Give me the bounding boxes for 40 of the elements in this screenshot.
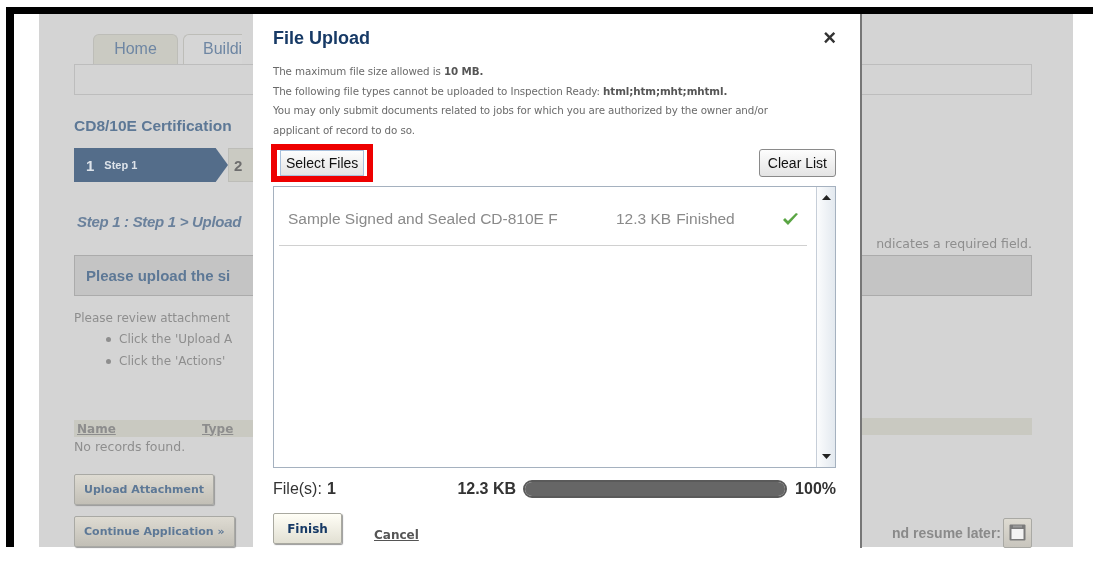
required-note: ndicates a required field. bbox=[875, 236, 1032, 253]
clear-list-button[interactable]: Clear List bbox=[758, 149, 836, 177]
upload-button[interactable]: Upload Attachment bbox=[74, 474, 215, 505]
continue-button[interactable]: Continue Application » bbox=[74, 516, 235, 547]
info-text: You may only submit documents related to jobs for which you are authorized by the owner and/or applicant of record to do so. bbox=[273, 103, 769, 138]
info-text: The maximum file size allowed is 10 MB. bbox=[273, 64, 485, 79]
save-button[interactable] bbox=[1003, 517, 1032, 548]
scrollbar[interactable] bbox=[816, 187, 835, 467]
instruction-item: Click the 'Actions' bbox=[119, 354, 226, 368]
bullet-icon bbox=[106, 336, 111, 342]
instruction-item: Click the 'Upload A bbox=[119, 332, 233, 346]
file-row[interactable]: Sample Signed and Sealed CD-810E F 12.3 KB Finished bbox=[279, 192, 807, 246]
file-size: 12.3 KB bbox=[616, 209, 672, 228]
progress-percent: 100% bbox=[795, 480, 836, 498]
nav-tab[interactable]: Buildi bbox=[183, 34, 243, 64]
instructions-text: Please review attachment bbox=[74, 310, 231, 327]
scroll-up-icon[interactable] bbox=[821, 195, 831, 200]
step-tab[interactable]: 2 bbox=[228, 148, 253, 182]
empty-message: No records found. bbox=[74, 438, 187, 456]
section-title: Please upload the si bbox=[86, 267, 231, 284]
step-tab[interactable]: 1 Step 1 bbox=[74, 148, 228, 182]
file-name: Sample Signed and Sealed CD-810E F bbox=[288, 209, 559, 228]
finish-button[interactable]: Finish bbox=[273, 513, 342, 544]
file-count: 1 bbox=[326, 480, 336, 498]
cancel-link[interactable]: Cancel bbox=[374, 528, 419, 542]
close-button[interactable]: × bbox=[823, 28, 836, 48]
total-size: 12.3 KB bbox=[457, 480, 517, 498]
upload-status: Finished bbox=[676, 209, 735, 228]
breadcrumb: Step 1 : Step 1 > Upload bbox=[77, 213, 243, 231]
scroll-down-icon[interactable] bbox=[821, 454, 831, 459]
column-header[interactable]: Name bbox=[77, 421, 202, 436]
info-text: The following file types cannot be uploaded to Inspection Ready: html;htm;mht;mhtml. bbox=[273, 83, 729, 99]
file-count-label: File(s): bbox=[273, 480, 322, 498]
dialog-title: File Upload bbox=[273, 27, 370, 49]
nav-tab[interactable]: Home bbox=[93, 34, 178, 64]
page-title: CD8/10E Certification bbox=[74, 117, 233, 136]
save-label: nd resume later: bbox=[892, 524, 1001, 541]
bullet-icon bbox=[106, 358, 111, 364]
column-header[interactable]: Type bbox=[202, 421, 234, 436]
select-files-button[interactable]: Select Files bbox=[280, 150, 365, 176]
